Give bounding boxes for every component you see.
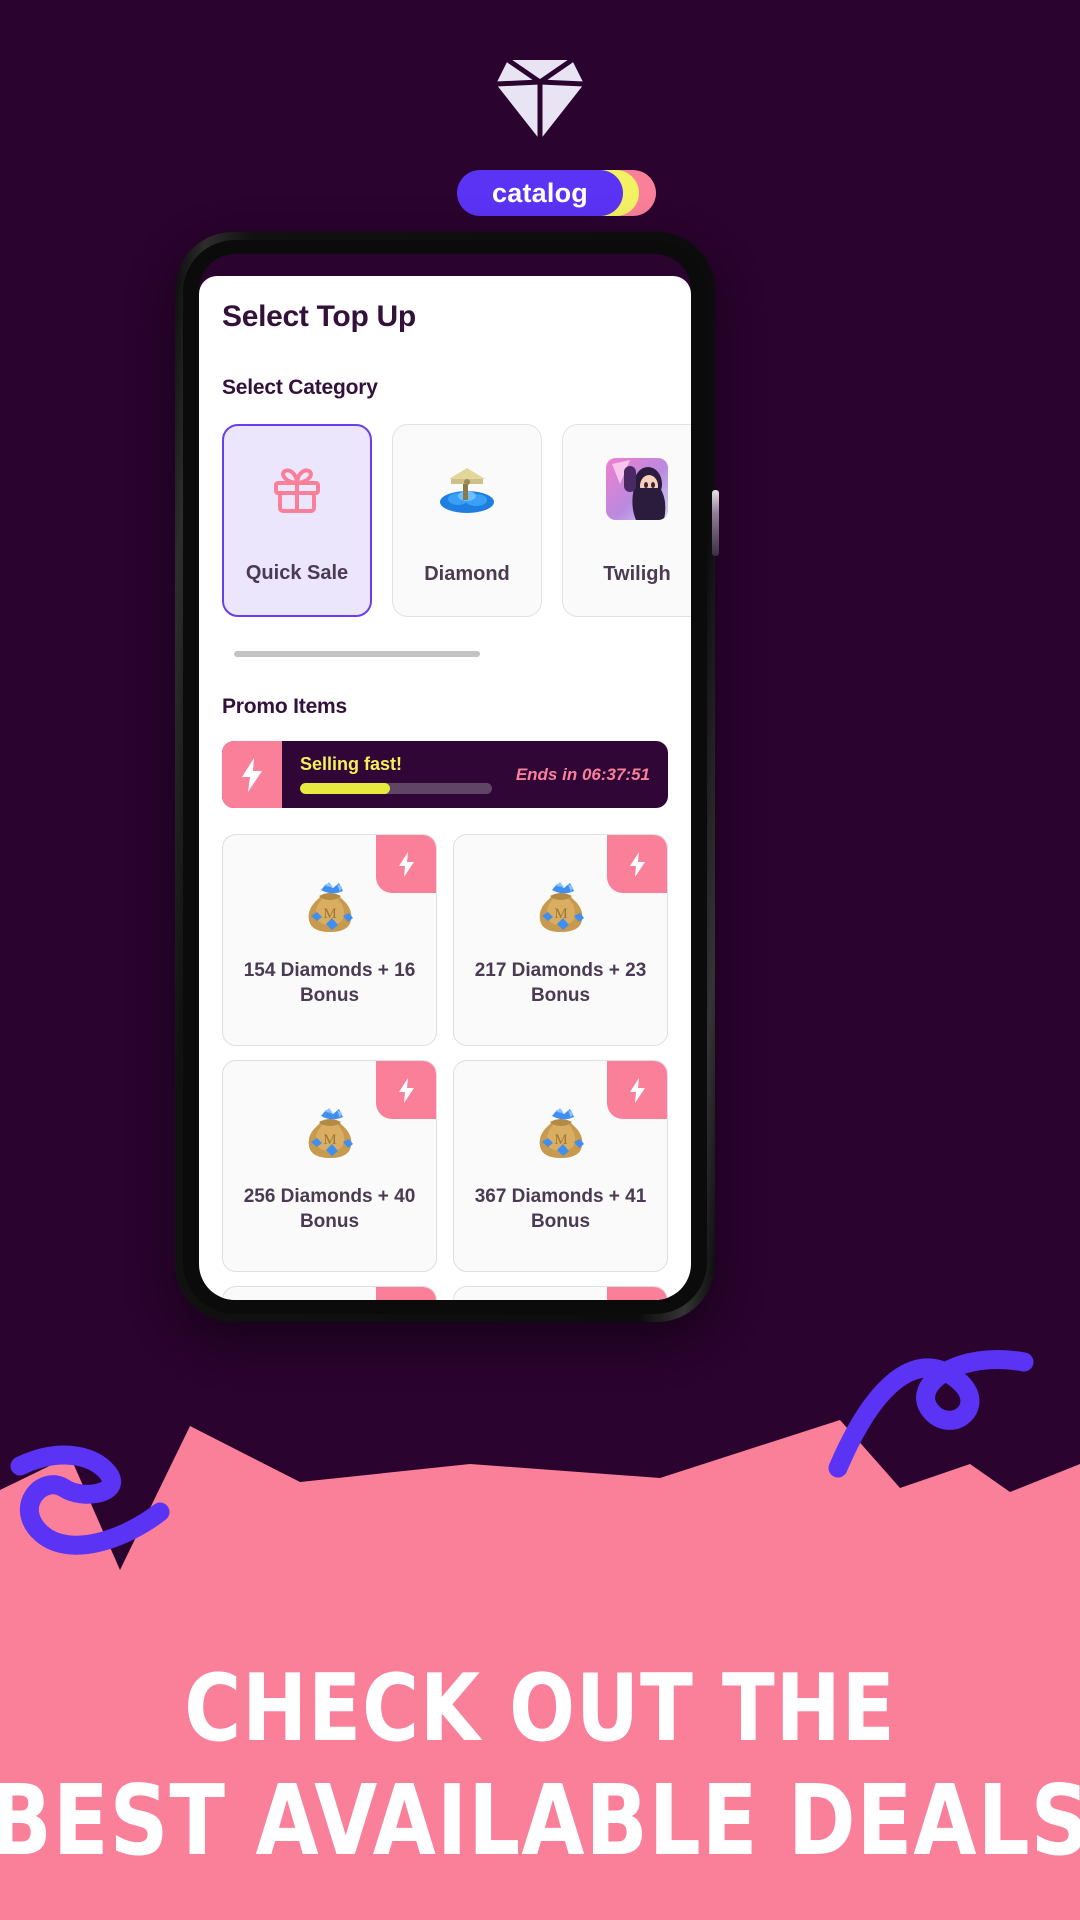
- category-scrollbar[interactable]: [234, 651, 480, 657]
- gift-icon: [271, 454, 323, 526]
- phone-screen: Select Top Up Select Category Quick Sale…: [199, 254, 691, 1300]
- squiggle-decoration-right: [828, 1350, 1034, 1478]
- product-card[interactable]: M 217 Diamonds + 23 Bonus: [453, 834, 668, 1046]
- product-grid: M 154 Diamonds + 16 Bonus M 217 Diamonds…: [222, 834, 668, 1300]
- category-label: Diamond: [424, 563, 510, 585]
- caption-line-2: BEST AVAILABLE DEALS: [0, 1764, 1080, 1878]
- lightning-bolt-icon: [607, 1061, 667, 1119]
- promo-countdown: Ends in 06:37:51: [515, 764, 650, 784]
- product-card[interactable]: M 256 Diamonds + 40 Bonus: [222, 1060, 437, 1272]
- lightning-bolt-icon: [376, 1287, 436, 1300]
- phone-mockup: Select Top Up Select Category Quick Sale…: [175, 232, 719, 1322]
- product-card[interactable]: M 154 Diamonds + 16 Bonus: [222, 834, 437, 1046]
- catalog-badge: catalog: [457, 170, 656, 216]
- money-bag-diamonds-icon: M: [301, 877, 359, 939]
- product-card[interactable]: M 367 Diamonds + 41 Bonus: [453, 1060, 668, 1272]
- diamond-pile-icon: [438, 453, 496, 525]
- squiggle-decoration-left: [10, 1445, 170, 1555]
- lightning-bolt-icon: [376, 1061, 436, 1119]
- badge-layer-purple: catalog: [457, 170, 623, 216]
- lightning-bolt-icon: [607, 1287, 667, 1300]
- power-button[interactable]: [712, 490, 719, 556]
- category-label: Twiligh: [603, 563, 671, 585]
- caption-line-1: CHECK OUT THE: [184, 1653, 896, 1762]
- product-label: 367 Diamonds + 41 Bonus: [474, 1186, 647, 1232]
- lightning-bolt-icon: [222, 741, 282, 808]
- money-bag-diamonds-icon: M: [532, 1103, 590, 1165]
- catalog-badge-label: catalog: [492, 177, 588, 208]
- category-card-quick-sale[interactable]: Quick Sale: [222, 424, 372, 617]
- category-list[interactable]: Quick Sale Diamond Twiligh: [222, 424, 691, 617]
- svg-text:M: M: [323, 906, 336, 922]
- product-card[interactable]: [453, 1286, 668, 1300]
- lightning-bolt-icon: [607, 835, 667, 893]
- app-screen-card: Select Top Up Select Category Quick Sale…: [199, 276, 691, 1300]
- product-card[interactable]: [222, 1286, 437, 1300]
- product-label: 154 Diamonds + 16 Bonus: [243, 960, 416, 1006]
- promo-progress-bar: [300, 782, 492, 794]
- lightning-bolt-icon: [376, 835, 436, 893]
- category-label: Quick Sale: [245, 562, 349, 584]
- section-title-category: Select Category: [222, 376, 378, 399]
- product-label: 217 Diamonds + 23 Bonus: [474, 960, 647, 1006]
- character-thumbnail-icon: [606, 453, 668, 525]
- diamond-icon: [495, 57, 585, 140]
- section-title-promo: Promo Items: [222, 695, 347, 718]
- category-card-diamond[interactable]: Diamond: [392, 424, 542, 617]
- category-card-twilight[interactable]: Twiligh: [562, 424, 691, 617]
- money-bag-diamonds-icon: M: [532, 877, 590, 939]
- page-title: Select Top Up: [222, 300, 416, 333]
- promo-banner[interactable]: Selling fast! Ends in 06:37:51: [222, 741, 668, 808]
- promo-progress-fill: [300, 782, 391, 794]
- money-bag-diamonds-icon: M: [301, 1103, 359, 1165]
- header: catalog: [0, 0, 1080, 240]
- svg-text:M: M: [554, 906, 567, 922]
- svg-text:M: M: [554, 1132, 567, 1148]
- promo-caption: CHECK OUT THE BEST AVAILABLE DEALS: [0, 1660, 1080, 1870]
- svg-text:M: M: [323, 1132, 336, 1148]
- product-label: 256 Diamonds + 40 Bonus: [243, 1186, 416, 1232]
